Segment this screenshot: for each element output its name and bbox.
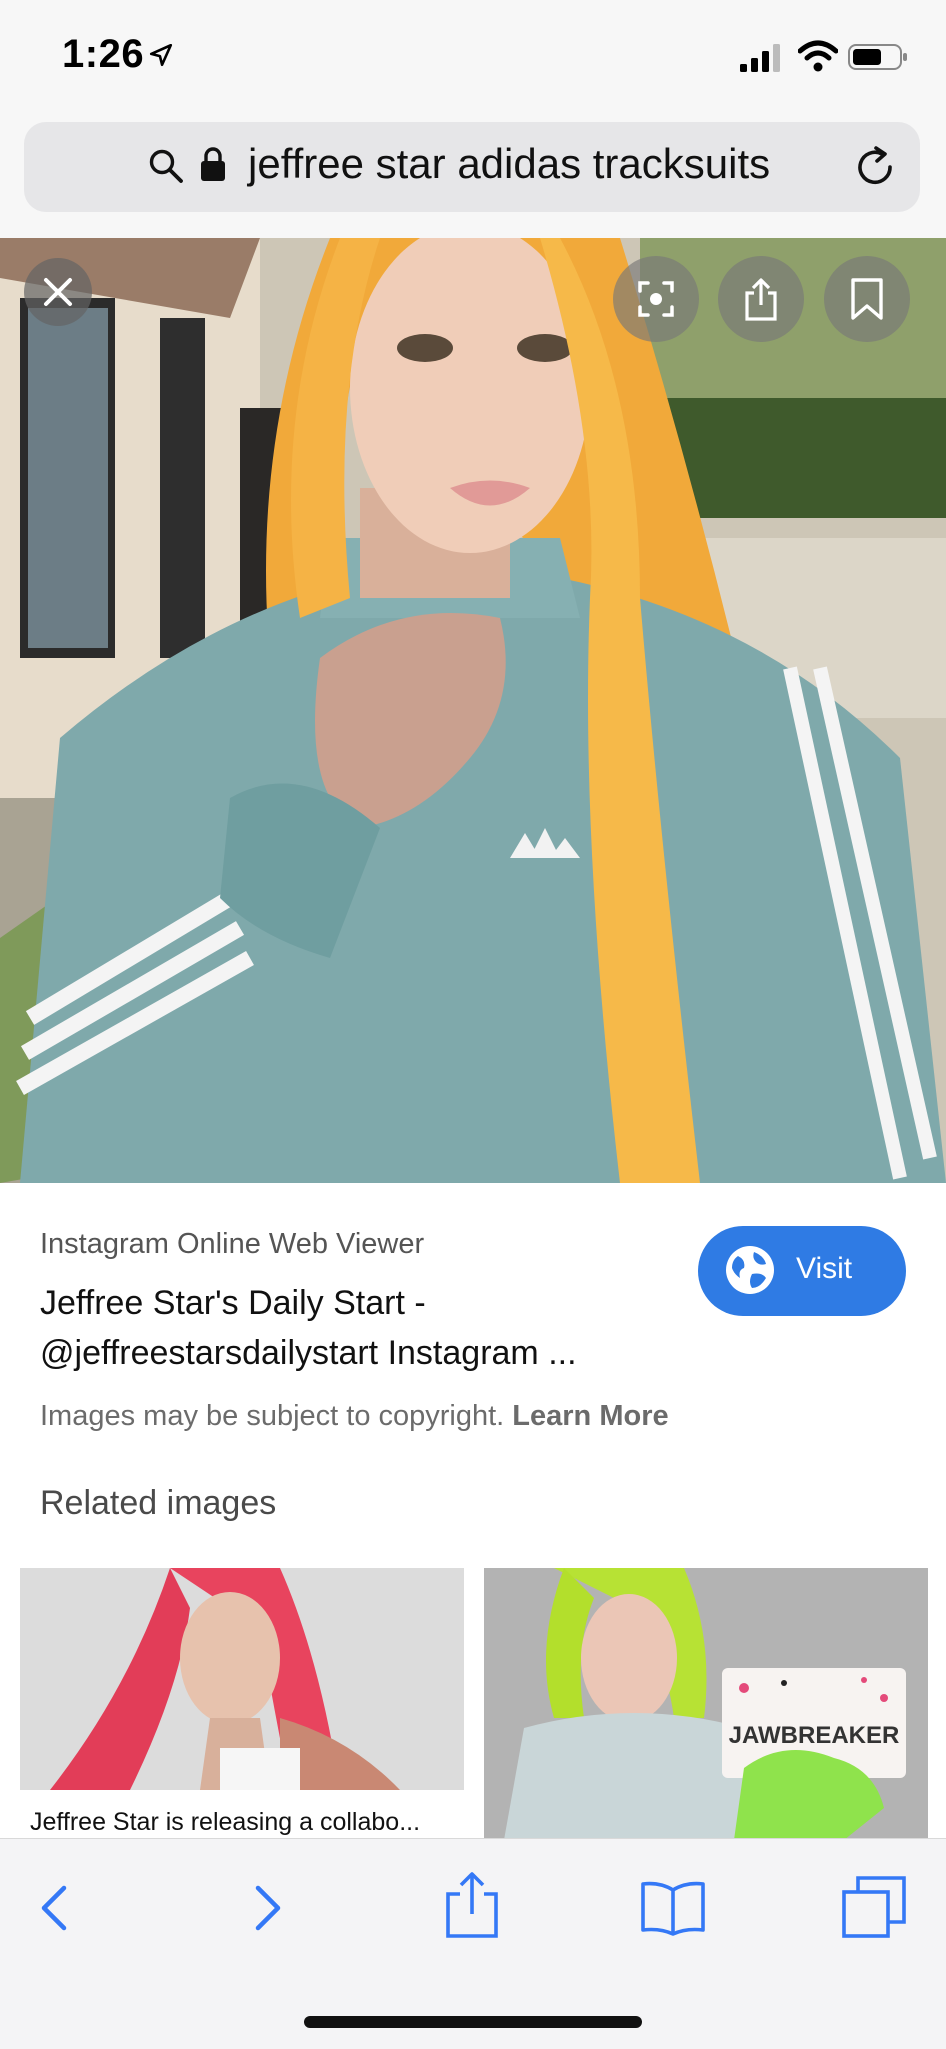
tabs-icon[interactable] <box>842 1876 906 1938</box>
signal-icon <box>740 44 780 72</box>
copyright-text: Images may be subject to copyright. <box>40 1400 505 1432</box>
wifi-icon <box>798 40 838 72</box>
status-time: 1:26 <box>62 32 145 76</box>
copyright-notice: Images may be subject to copyright. Lear… <box>40 1400 669 1433</box>
related-image-2[interactable]: JAWBREAKER <box>484 1568 928 1840</box>
jawbreaker-box-text: JAWBREAKER <box>729 1722 900 1749</box>
related-image-1[interactable] <box>20 1568 464 1790</box>
back-icon[interactable] <box>26 1878 86 1938</box>
main-image-illustration <box>0 238 946 1183</box>
lock-icon <box>201 147 225 181</box>
globe-icon <box>726 1246 774 1294</box>
battery-icon <box>848 44 907 70</box>
share-icon <box>745 278 777 321</box>
forward-icon[interactable] <box>236 1878 296 1938</box>
main-image <box>0 238 946 1183</box>
share-page-icon[interactable] <box>440 1870 504 1940</box>
search-icon <box>149 149 183 183</box>
bookmark-icon <box>851 278 883 320</box>
visit-button-label: Visit <box>796 1252 853 1285</box>
address-bar-text[interactable]: jeffree star adidas tracksuits <box>248 140 770 188</box>
learn-more-link[interactable]: Learn More <box>512 1400 668 1432</box>
visual-lookup-icon <box>638 281 674 317</box>
related-image-1-illustration <box>20 1568 464 1790</box>
bookmarks-icon[interactable] <box>640 1880 706 1936</box>
result-title[interactable]: Jeffree Star's Daily Start - @jeffreesta… <box>40 1278 660 1378</box>
reload-icon[interactable] <box>852 144 898 190</box>
related-images-heading: Related images <box>40 1484 277 1522</box>
related-image-1-caption[interactable]: Jeffree Star is releasing a collabo... <box>30 1808 420 1837</box>
location-arrow-icon <box>149 43 173 67</box>
close-icon <box>44 278 72 306</box>
result-source[interactable]: Instagram Online Web Viewer <box>40 1228 424 1261</box>
home-indicator <box>304 2016 642 2028</box>
related-image-2-illustration: JAWBREAKER <box>484 1568 928 1840</box>
